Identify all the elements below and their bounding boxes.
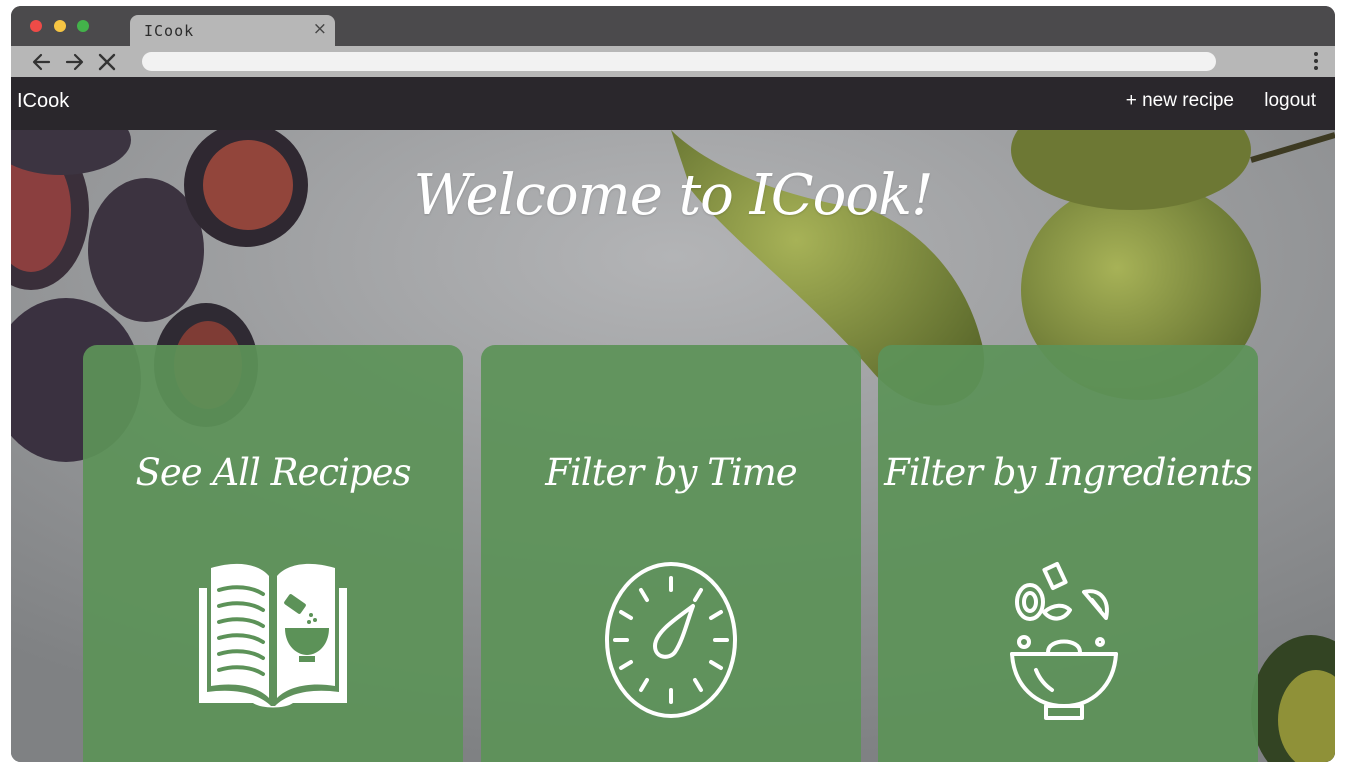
maximize-window-button[interactable] <box>77 20 89 32</box>
browser-window: ICook × ICook + new recipe logout Welcom… <box>11 6 1335 762</box>
recipe-book-icon <box>199 563 347 708</box>
back-arrow-icon[interactable] <box>31 51 53 73</box>
site-navbar: ICook + new recipe logout <box>11 77 1335 130</box>
salad-bowl-icon <box>1010 561 1118 720</box>
card-title: Filter by Ingredients <box>884 451 1253 494</box>
brand-link[interactable]: ICook <box>17 90 69 113</box>
hero-section: Welcome to ICook! See All Recipes Filter… <box>11 130 1335 762</box>
tab-title: ICook <box>144 22 195 40</box>
logout-link[interactable]: logout <box>1264 90 1316 112</box>
address-bar[interactable] <box>142 52 1216 71</box>
card-title: Filter by Time <box>545 451 797 494</box>
forward-arrow-icon[interactable] <box>63 51 85 73</box>
new-recipe-link[interactable]: + new recipe <box>1126 90 1234 112</box>
timer-icon <box>605 562 737 718</box>
browser-tab-bar: ICook × <box>11 6 1335 46</box>
browser-toolbar <box>11 46 1335 77</box>
browser-menu-icon[interactable] <box>1313 52 1319 72</box>
tab-close-icon[interactable]: × <box>313 19 327 39</box>
filter-by-ingredients-card[interactable]: Filter by Ingredients <box>878 345 1258 762</box>
filter-by-time-card[interactable]: Filter by Time <box>481 345 861 762</box>
minimize-window-button[interactable] <box>54 20 66 32</box>
card-title: See All Recipes <box>135 451 412 494</box>
stop-loading-icon[interactable] <box>96 51 118 73</box>
page-viewport: ICook + new recipe logout Welcome to ICo… <box>11 77 1335 762</box>
see-all-recipes-card[interactable]: See All Recipes <box>83 345 463 762</box>
close-window-button[interactable] <box>30 20 42 32</box>
welcome-title: Welcome to ICook! <box>413 163 933 228</box>
browser-tab[interactable]: ICook × <box>130 15 335 46</box>
